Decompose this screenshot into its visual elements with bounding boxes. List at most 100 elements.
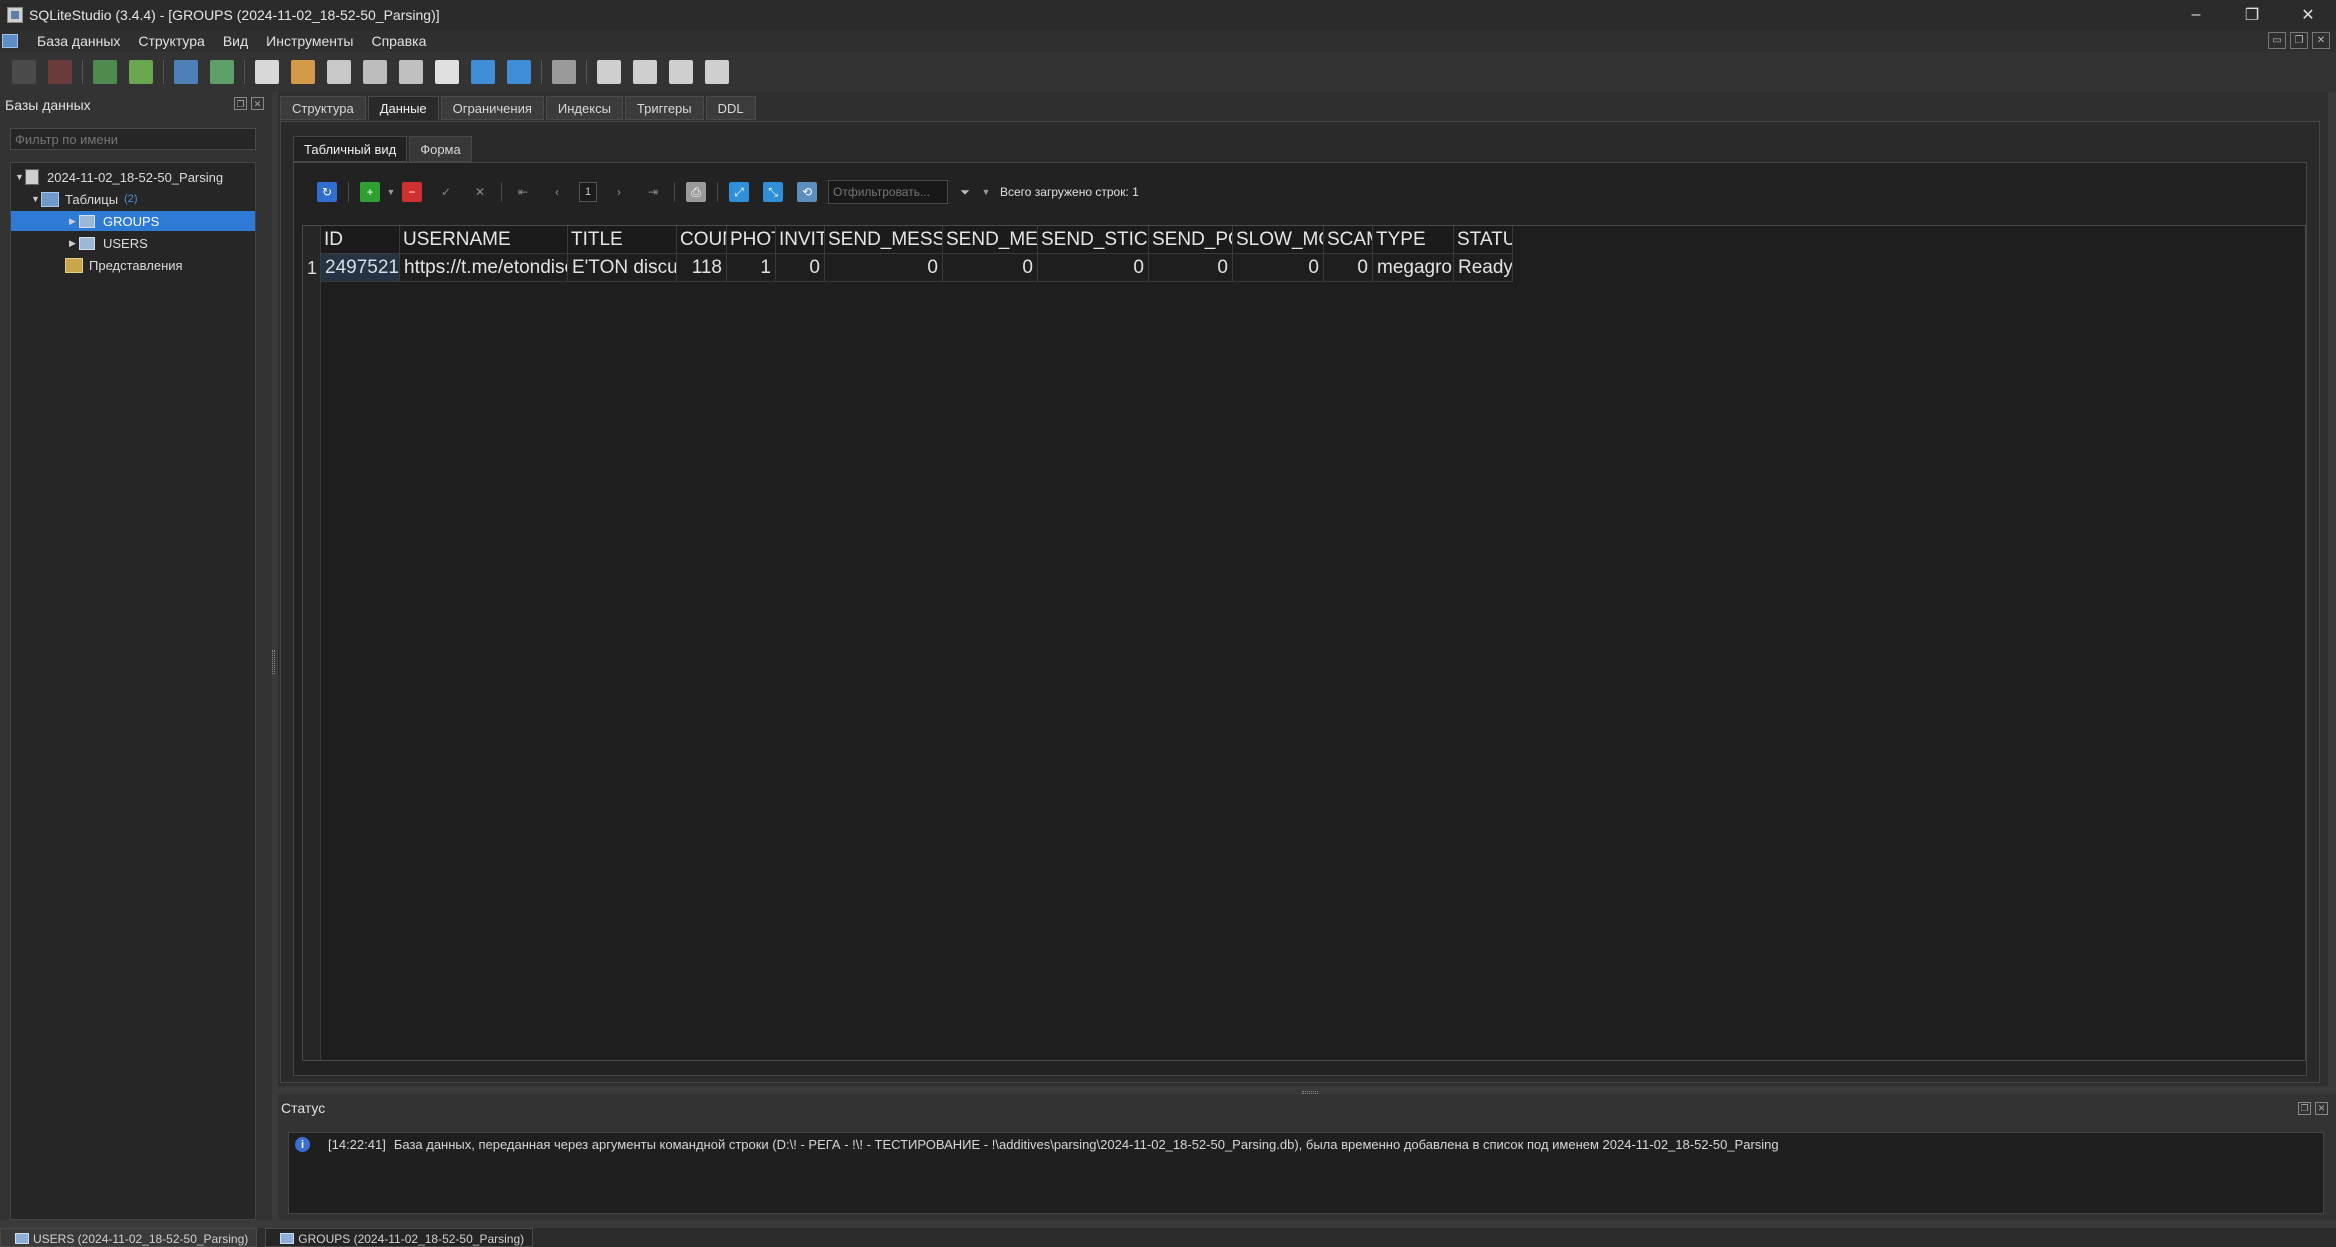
mdi-window-icon[interactable] [2,34,18,48]
column-header-type[interactable]: TYPE [1373,226,1454,254]
dock-close-icon[interactable]: ✕ [2315,1102,2328,1115]
db-filter-input[interactable] [10,128,256,150]
tab-form-view[interactable]: Форма [409,136,472,162]
cell-send-media[interactable]: 0 [943,254,1038,282]
tab-ddl[interactable]: DDL [705,96,756,120]
mdi-minimize-icon[interactable]: ▭ [2268,32,2286,49]
page-number[interactable]: 1 [579,182,597,202]
column-header-id[interactable]: ID [321,226,400,254]
last-page-icon[interactable]: ⇥ [643,182,663,202]
close-button[interactable]: ✕ [2280,0,2336,30]
sql-editor-icon[interactable] [255,60,279,84]
next-page-icon[interactable]: › [609,182,629,202]
column-header-slow-mode[interactable]: SLOW_MODE [1233,226,1324,254]
trigger-icon[interactable] [327,60,351,84]
mdi-restore-icon[interactable]: ❐ [2290,32,2308,49]
cell-type[interactable]: megagroup [1373,254,1454,282]
column-header-invite[interactable]: INVITE [776,226,825,254]
commit-icon[interactable]: ✓ [436,182,456,202]
cell-send-messages[interactable]: 0 [825,254,943,282]
add-db-icon[interactable] [93,60,117,84]
cell-photo[interactable]: 1 [727,254,776,282]
column-header-send-stickers[interactable]: SEND_STICKERS [1038,226,1149,254]
menu-tools[interactable]: Инструменты [257,33,362,49]
cell-title[interactable]: E'TON discuss [568,254,677,282]
fit-columns-icon[interactable]: ⤢ [729,182,749,202]
function-icon[interactable] [399,60,423,84]
connect-db-icon[interactable] [12,60,36,84]
tree-item-table-users[interactable]: ▶ USERS [69,233,249,253]
expand-arrow-icon[interactable]: ▶ [69,216,79,227]
delete-row-icon[interactable]: − [402,182,422,202]
dock-float-icon[interactable]: ❐ [234,97,247,110]
dock-float-icon[interactable]: ❐ [2298,1102,2311,1115]
menu-view[interactable]: Вид [214,33,257,49]
tile-windows-icon[interactable] [597,60,621,84]
expand-icon[interactable] [471,60,495,84]
edit-table-icon[interactable] [210,60,234,84]
cell-scam[interactable]: 0 [1324,254,1373,282]
collation-icon[interactable] [435,60,459,84]
first-page-icon[interactable]: ⇤ [513,182,533,202]
edit-db-icon[interactable] [129,60,153,84]
column-header-scam[interactable]: SCAM [1324,226,1373,254]
tile-vertical-icon[interactable] [633,60,657,84]
cell-count[interactable]: 118 [677,254,727,282]
cell-invite[interactable]: 0 [776,254,825,282]
column-header-title[interactable]: TITLE [568,226,677,254]
menu-structure[interactable]: Структура [129,33,213,49]
tree-item-database[interactable]: ▼ 2024-11-02_18-52-50_Parsing [15,167,255,187]
tree-item-tables[interactable]: ▼ Таблицы (2) [31,189,251,209]
fit-rows-icon[interactable]: ⤡ [763,182,783,202]
column-header-count[interactable]: COUNT [677,226,727,254]
restore-button[interactable]: ❐ [2224,0,2280,30]
row-number[interactable]: 1 [303,254,321,282]
refresh-icon[interactable]: ↻ [317,182,337,202]
cell-send-polls[interactable]: 0 [1149,254,1233,282]
collapse-arrow-icon[interactable]: ▼ [15,172,25,182]
filter-dropdown-icon[interactable]: ▼ [982,182,991,202]
menu-database[interactable]: База данных [28,33,129,49]
column-header-send-media[interactable]: SEND_MEDIA [943,226,1038,254]
rollback-icon[interactable]: ✕ [470,182,490,202]
tab-constraints[interactable]: Ограничения [440,96,544,120]
cell-send-stickers[interactable]: 0 [1038,254,1149,282]
tab-grid-view[interactable]: Табличный вид [293,136,408,162]
tab-triggers[interactable]: Триггеры [624,96,704,120]
data-grid[interactable]: 1 ID USERNAME TITLE COUNT PHOTO INVITE S… [302,225,2306,1061]
settings-wrench-icon[interactable] [552,60,576,84]
tree-item-table-groups[interactable]: ▶ GROUPS [11,211,255,231]
column-header-status[interactable]: STATUS [1454,226,1513,254]
disconnect-db-icon[interactable] [48,60,72,84]
view-icon[interactable] [363,60,387,84]
vertical-splitter[interactable] [272,650,275,674]
grid-filter-input[interactable] [828,180,948,204]
minimize-button[interactable]: – [2168,0,2224,30]
index-icon[interactable] [291,60,315,84]
cell-id[interactable]: 2497521370 [321,254,400,282]
window-tab-groups[interactable]: GROUPS (2024-11-02_18-52-50_Parsing) [265,1228,534,1247]
column-header-send-messages[interactable]: SEND_MESSAGES [825,226,943,254]
insert-row-icon[interactable]: + [360,182,380,202]
insert-dropdown-icon[interactable]: ▼ [387,182,396,202]
cascade-windows-icon[interactable] [705,60,729,84]
tab-indexes[interactable]: Индексы [545,96,623,120]
window-tab-users[interactable]: USERS (2024-11-02_18-52-50_Parsing) [0,1228,258,1247]
tab-data[interactable]: Данные [367,96,439,120]
cell-username[interactable]: https://t.me/etondiscuss [400,254,568,282]
tile-horizontal-icon[interactable] [669,60,693,84]
cell-status[interactable]: Ready [1454,254,1513,282]
new-table-icon[interactable] [174,60,198,84]
dock-close-icon[interactable]: ✕ [251,97,264,110]
tab-structure[interactable]: Структура [280,96,366,120]
collapse-icon[interactable] [507,60,531,84]
cell-slow-mode[interactable]: 0 [1233,254,1324,282]
print-icon[interactable]: ⎙ [686,182,706,202]
filter-icon[interactable]: ⏷ [955,182,975,202]
tree-item-views[interactable]: Представления [65,255,245,275]
expand-arrow-icon[interactable]: ▶ [69,238,79,249]
menu-help[interactable]: Справка [362,33,435,49]
mdi-close-icon[interactable]: ✕ [2312,32,2330,49]
column-header-username[interactable]: USERNAME [400,226,568,254]
column-header-photo[interactable]: PHOTO [727,226,776,254]
